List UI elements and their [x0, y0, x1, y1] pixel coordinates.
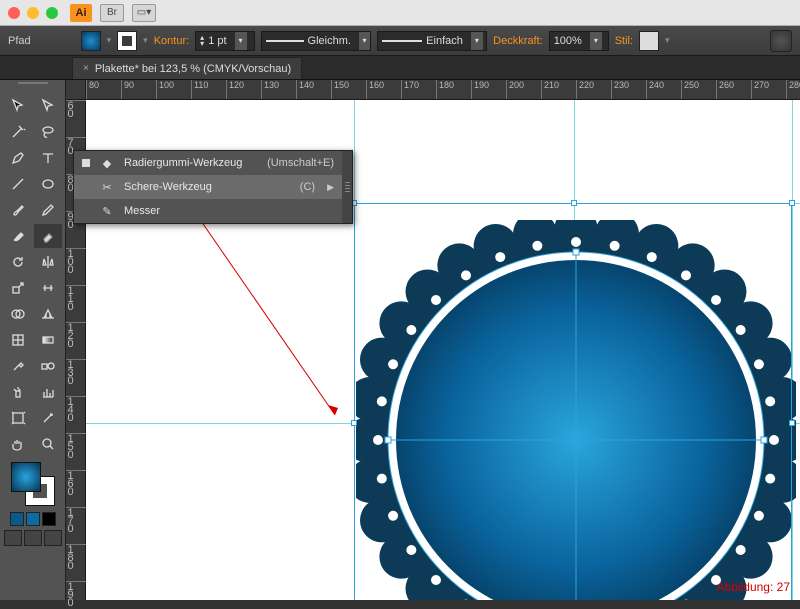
selection-type-label: Pfad	[8, 35, 31, 47]
active-marker	[82, 159, 90, 167]
app-badge: Ai	[70, 4, 92, 22]
scale-tool[interactable]	[4, 276, 32, 300]
rotate-tool[interactable]	[4, 250, 32, 274]
document-tab-row: × Plakette* bei 123,5 % (CMYK/Vorschau)	[0, 56, 800, 80]
style-label: Stil:	[615, 35, 633, 47]
eyedropper-tool[interactable]	[4, 354, 32, 378]
hand-tool[interactable]	[4, 432, 32, 456]
stroke-swatch[interactable]	[117, 31, 137, 51]
minimize-icon[interactable]	[27, 7, 39, 19]
figure-caption: Abbildung: 27	[717, 580, 790, 594]
magic-wand-tool[interactable]	[4, 120, 32, 144]
window-titlebar: Ai Br ▭▾	[0, 0, 800, 26]
control-bar: Pfad ▾ ▾ Kontur: ▴▾ 1 pt ▾ Gleichm. ▾ Ei…	[0, 26, 800, 56]
symbol-sprayer-tool[interactable]	[4, 380, 32, 404]
style-swatch[interactable]	[639, 31, 659, 51]
opacity-input[interactable]: 100% ▾	[549, 31, 609, 51]
selection-tool[interactable]	[4, 94, 32, 118]
flyout-item-knife[interactable]: ✎ Messer	[74, 199, 342, 223]
knife-icon: ✎	[98, 205, 116, 218]
screen-mode-row	[4, 530, 62, 546]
none-swatch[interactable]	[42, 512, 56, 526]
draw-normal[interactable]	[4, 530, 22, 546]
recolor-button[interactable]	[770, 30, 792, 52]
eraser-icon: ◆	[98, 157, 116, 170]
gradient-tool[interactable]	[34, 328, 62, 352]
stroke-cap-dropdown[interactable]: Gleichm. ▾	[261, 31, 371, 51]
pen-tool[interactable]	[4, 146, 32, 170]
selection-bounds[interactable]	[354, 203, 792, 600]
mesh-tool[interactable]	[4, 328, 32, 352]
stroke-weight-input[interactable]: ▴▾ 1 pt ▾	[195, 31, 255, 51]
flyout-shortcut: (Umschalt+E)	[267, 157, 334, 169]
color-swatch[interactable]	[26, 512, 40, 526]
document-tab[interactable]: × Plakette* bei 123,5 % (CMYK/Vorschau)	[72, 57, 302, 79]
opacity-value: 100%	[554, 35, 582, 47]
chevron-down-icon[interactable]: ▾	[590, 32, 602, 50]
flyout-tearoff-grip[interactable]	[342, 151, 352, 223]
width-tool[interactable]	[34, 276, 62, 300]
slice-tool[interactable]	[34, 406, 62, 430]
flyout-item-eraser[interactable]: ◆ Radiergummi-Werkzeug (Umschalt+E)	[74, 151, 342, 175]
paintbrush-tool[interactable]	[4, 198, 32, 222]
draw-behind[interactable]	[24, 530, 42, 546]
opacity-label: Deckkraft:	[493, 35, 543, 47]
close-icon[interactable]	[8, 7, 20, 19]
color-swatch[interactable]	[10, 512, 24, 526]
horizontal-ruler[interactable]: 8090100110120130140150160170180190200210…	[86, 80, 800, 100]
panel-grip[interactable]	[3, 82, 63, 92]
ellipse-tool[interactable]	[34, 172, 62, 196]
flyout-label: Schere-Werkzeug	[124, 181, 212, 193]
lasso-tool[interactable]	[34, 120, 62, 144]
fill-swatch[interactable]	[81, 31, 101, 51]
document-tab-label: Plakette* bei 123,5 % (CMYK/Vorschau)	[95, 63, 291, 75]
stroke-weight-value: 1 pt	[208, 35, 226, 47]
graph-tool[interactable]	[34, 380, 62, 404]
bridge-button[interactable]: Br	[100, 4, 124, 22]
chevron-down-icon[interactable]: ▾	[471, 32, 483, 50]
direct-selection-tool[interactable]	[34, 94, 62, 118]
chevron-down-icon[interactable]: ▾	[235, 32, 247, 50]
toolbox	[0, 80, 66, 600]
chevron-down-icon[interactable]: ▾	[665, 35, 670, 46]
pencil-tool[interactable]	[34, 198, 62, 222]
type-tool[interactable]	[34, 146, 62, 170]
ruler-origin[interactable]	[66, 80, 86, 100]
selection-handle[interactable]	[789, 420, 795, 426]
arrange-button[interactable]: ▭▾	[132, 4, 156, 22]
fill-stroke-control[interactable]	[11, 462, 55, 506]
zoom-tool[interactable]	[34, 432, 62, 456]
flyout-item-scissors[interactable]: ✂ Schere-Werkzeug (C) ▶	[74, 175, 342, 199]
chevron-down-icon[interactable]: ▾	[359, 32, 370, 50]
stroke-corner-dropdown[interactable]: Einfach ▾	[377, 31, 487, 51]
traffic-lights	[8, 7, 58, 19]
flyout-label: Messer	[124, 205, 160, 217]
flyout-shortcut: (C)	[300, 181, 315, 193]
artboard-tool[interactable]	[4, 406, 32, 430]
line-tool[interactable]	[4, 172, 32, 196]
reflect-tool[interactable]	[34, 250, 62, 274]
flyout-label: Radiergummi-Werkzeug	[124, 157, 242, 169]
blend-tool[interactable]	[34, 354, 62, 378]
shape-builder-tool[interactable]	[4, 302, 32, 326]
perspective-grid-tool[interactable]	[34, 302, 62, 326]
maximize-icon[interactable]	[46, 7, 58, 19]
color-mode-row	[10, 512, 56, 526]
blob-brush-tool[interactable]	[4, 224, 32, 248]
draw-inside[interactable]	[44, 530, 62, 546]
submenu-arrow-icon: ▶	[327, 182, 334, 193]
fill-box[interactable]	[11, 462, 41, 492]
eraser-tool[interactable]	[34, 224, 62, 248]
tool-flyout-menu: ◆ Radiergummi-Werkzeug (Umschalt+E) ✂ Sc…	[73, 150, 353, 224]
annotation-arrow	[180, 200, 360, 430]
chevron-down-icon[interactable]: ▾	[107, 35, 112, 46]
chevron-down-icon[interactable]: ▾	[143, 35, 148, 46]
selection-handle[interactable]	[789, 200, 795, 206]
scissors-icon: ✂	[98, 181, 116, 194]
selection-handle[interactable]	[571, 200, 577, 206]
close-tab-icon[interactable]: ×	[83, 63, 89, 74]
stroke-label: Kontur:	[154, 35, 189, 47]
